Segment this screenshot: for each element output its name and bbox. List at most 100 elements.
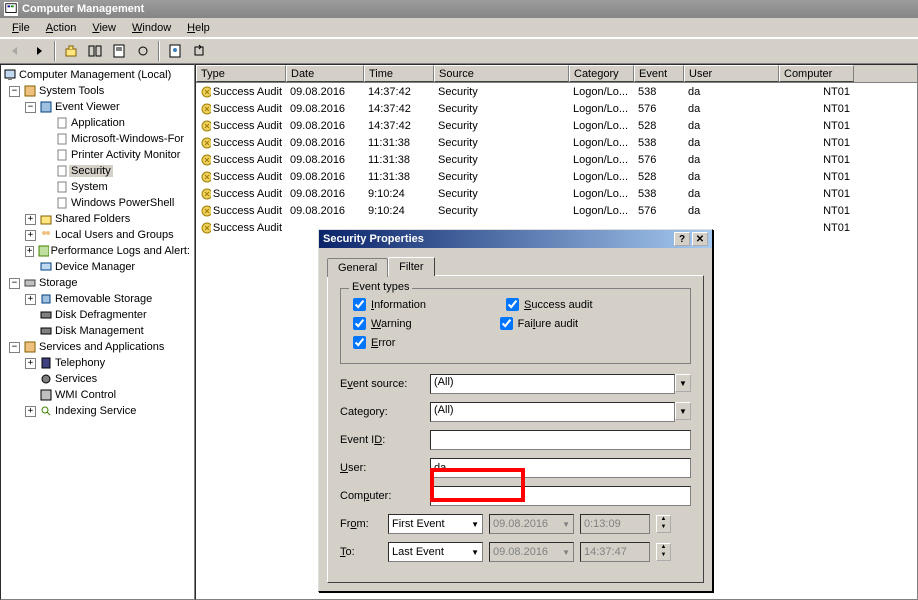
list-row[interactable]: Success Audit09.08.20169:10:24SecurityLo… [196,185,917,202]
tree-ms-windows[interactable]: Microsoft-Windows-For [55,131,192,147]
list-row[interactable]: Success Audit09.08.201614:37:42SecurityL… [196,100,917,117]
collapse-icon[interactable]: − [9,278,20,289]
tree-indexing[interactable]: +Indexing Service [25,403,192,419]
col-type[interactable]: Type [196,65,286,82]
lbl-event-id: Event ID: [340,434,430,446]
log-icon [55,116,69,130]
from-event-select[interactable]: First Event▼ [388,514,483,534]
collapse-icon[interactable]: − [25,102,36,113]
tree-system-tools[interactable]: − System Tools [9,83,192,99]
window-titlebar: Computer Management [0,0,918,18]
to-time-input: 14:37:47 [580,542,650,562]
menu-action[interactable]: Action [38,20,85,36]
dialog-tabs: General Filter [327,256,704,275]
user-input[interactable] [430,458,691,478]
tree-application[interactable]: Application [55,115,192,131]
tab-general[interactable]: General [327,258,388,277]
tree-root[interactable]: Computer Management (Local) [3,67,192,83]
collapse-icon[interactable]: − [9,342,20,353]
tree-services[interactable]: Services [25,371,192,387]
dropdown-icon[interactable]: ▼ [675,402,691,420]
dialog-titlebar[interactable]: Security Properties ? ✕ [319,230,712,248]
export-button[interactable] [188,40,210,62]
help-button[interactable]: ? [674,232,690,246]
back-button[interactable] [4,40,26,62]
col-category[interactable]: Category [569,65,634,82]
chk-information[interactable]: Information [353,298,426,311]
event-source-select[interactable]: (All) [430,374,675,394]
tree-device-manager[interactable]: Device Manager [25,259,192,275]
tree-shared-folders[interactable]: +Shared Folders [25,211,192,227]
event-id-input[interactable] [430,430,691,450]
tree-powershell[interactable]: Windows PowerShell [55,195,192,211]
chk-warning[interactable]: Warning [353,317,412,330]
tree-wmi[interactable]: WMI Control [25,387,192,403]
properties-button[interactable] [108,40,130,62]
list-row[interactable]: Success Audit09.08.20169:10:24SecurityLo… [196,202,917,219]
tree-telephony[interactable]: +Telephony [25,355,192,371]
lbl-to: To: [340,546,382,558]
menu-file[interactable]: File [4,20,38,36]
close-button[interactable]: ✕ [692,232,708,246]
perf-icon [37,244,48,258]
app-icon [4,2,18,16]
window-title: Computer Management [22,3,144,15]
col-user[interactable]: User [684,65,779,82]
tree-services-apps[interactable]: − Services and Applications [9,339,192,355]
chk-success-audit[interactable]: Success audit [506,298,593,311]
tree-disk-mgmt[interactable]: Disk Management [25,323,192,339]
up-button[interactable] [60,40,82,62]
tree-local-users[interactable]: +Local Users and Groups [25,227,192,243]
col-time[interactable]: Time [364,65,434,82]
to-date-input: 09.08.2016▼ [489,542,574,562]
computer-icon [3,68,17,82]
list-row[interactable]: Success Audit09.08.201611:31:38SecurityL… [196,151,917,168]
disk-icon [39,324,53,338]
tree-system[interactable]: System [55,179,192,195]
show-hide-button[interactable] [84,40,106,62]
list-row[interactable]: Success Audit09.08.201611:31:38SecurityL… [196,168,917,185]
event-viewer-icon [39,100,53,114]
expand-icon[interactable]: + [25,214,36,225]
forward-button[interactable] [28,40,50,62]
col-computer[interactable]: Computer [779,65,854,82]
refresh-button[interactable] [132,40,154,62]
expand-icon[interactable]: + [25,246,34,257]
tree-security[interactable]: Security [55,163,192,179]
list-row[interactable]: Success Audit09.08.201614:37:42SecurityL… [196,83,917,100]
to-event-select[interactable]: Last Event▼ [388,542,483,562]
tree-disk-defrag[interactable]: Disk Defragmenter [25,307,192,323]
tab-filter[interactable]: Filter [388,257,434,276]
chk-failure-audit[interactable]: Failure audit [500,317,579,330]
list-row[interactable]: Success Audit09.08.201611:31:38SecurityL… [196,134,917,151]
tree-perf-logs[interactable]: +Performance Logs and Alert: [25,243,192,259]
dialog-title: Security Properties [323,233,424,245]
dropdown-icon[interactable]: ▼ [675,374,691,392]
menu-help[interactable]: Help [179,20,218,36]
category-select[interactable]: (All) [430,402,675,422]
chk-error[interactable]: Error [353,336,395,349]
log-icon [55,148,69,162]
lbl-user: User: [340,462,430,474]
col-date[interactable]: Date [286,65,364,82]
tree-panel[interactable]: Computer Management (Local) − System Too… [0,64,195,600]
wmi-icon [39,388,53,402]
tree-storage[interactable]: − Storage [9,275,192,291]
menu-view[interactable]: View [84,20,124,36]
list-row[interactable]: Success Audit09.08.201614:37:42SecurityL… [196,117,917,134]
expand-icon[interactable]: + [25,230,36,241]
menu-window[interactable]: Window [124,20,179,36]
tree-event-viewer[interactable]: − Event Viewer [25,99,192,115]
help-button[interactable] [164,40,186,62]
col-event[interactable]: Event [634,65,684,82]
collapse-icon[interactable]: − [9,86,20,97]
expand-icon[interactable]: + [25,406,36,417]
computer-input[interactable] [430,486,691,506]
tree-printer-activity[interactable]: Printer Activity Monitor [55,147,192,163]
col-source[interactable]: Source [434,65,569,82]
menubar: File Action View Window Help [0,18,918,38]
tree-removable-storage[interactable]: +Removable Storage [25,291,192,307]
log-icon [55,164,69,178]
expand-icon[interactable]: + [25,358,36,369]
expand-icon[interactable]: + [25,294,36,305]
